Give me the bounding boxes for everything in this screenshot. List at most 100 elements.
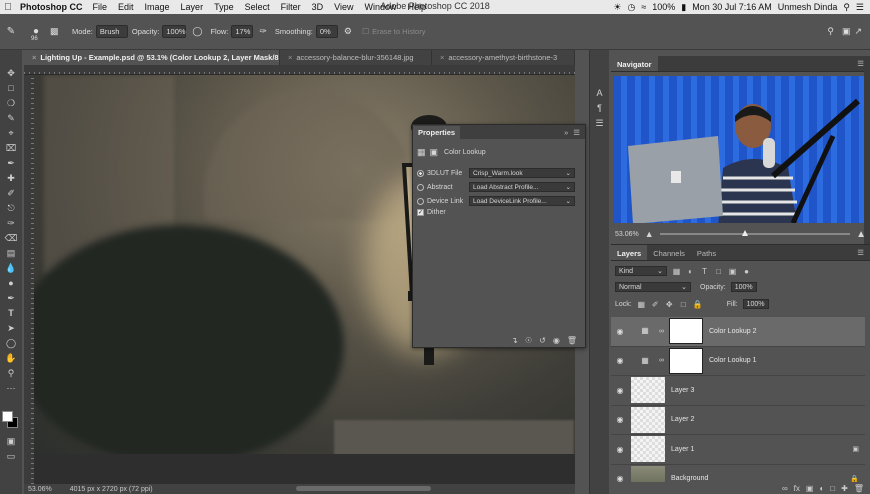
status-doc-info[interactable]: 4015 px x 2720 px (72 ppi)	[70, 486, 153, 493]
menu-3d[interactable]: 3D	[312, 2, 324, 12]
frame-tool-icon[interactable]: ⌧	[4, 142, 18, 154]
menu-type[interactable]: Type	[214, 2, 234, 12]
close-tab-icon[interactable]: ×	[288, 53, 292, 62]
navigator-zoom-value[interactable]: 53.06%	[615, 231, 639, 238]
mask-link-icon[interactable]: ∞	[659, 357, 667, 364]
lock-pixels-icon[interactable]: ✐	[651, 300, 660, 309]
filter-kind-select[interactable]: Kind ⌄	[615, 266, 667, 276]
layer-name[interactable]: Color Lookup 1	[709, 357, 756, 364]
erase-history-checkbox[interactable]: ☐	[362, 27, 369, 36]
wifi-icon[interactable]: ≈	[641, 2, 646, 12]
add-mask-icon[interactable]: ▣	[806, 484, 814, 493]
quick-mask-icon[interactable]: ▣	[4, 435, 18, 447]
pen-tool-icon[interactable]: ✒	[4, 292, 18, 304]
zoom-tool-icon[interactable]: ⚲	[4, 367, 18, 379]
layer-style-icon[interactable]: fx	[794, 484, 800, 493]
lock-transparent-icon[interactable]: ▦	[637, 300, 646, 309]
filter-toggle-icon[interactable]: ●	[742, 267, 751, 276]
zoom-out-icon[interactable]: ▲	[645, 229, 654, 239]
menu-file[interactable]: File	[93, 2, 108, 12]
eyedropper-tool-icon[interactable]: ✒	[4, 157, 18, 169]
view-previous-icon[interactable]: ☉	[525, 336, 532, 345]
healing-brush-tool-icon[interactable]: ✚	[4, 172, 18, 184]
visibility-eye-icon[interactable]: ◉	[611, 415, 629, 424]
datetime[interactable]: Mon 30 Jul 7:16 AM	[692, 2, 772, 12]
link-layers-icon[interactable]: ∞	[782, 484, 788, 493]
delete-icon[interactable]: 🗑	[567, 336, 577, 345]
clip-to-layer-icon[interactable]: ↴	[511, 336, 518, 345]
tab-channels[interactable]: Channels	[647, 245, 691, 260]
navigator-scrollbar[interactable]	[864, 58, 870, 244]
collapse-panel-icon[interactable]: »	[564, 128, 568, 137]
eraser-tool-icon[interactable]: ✎	[0, 26, 22, 37]
filter-type-icon[interactable]: T	[700, 267, 709, 276]
layer-opacity-field[interactable]: 100%	[730, 282, 757, 292]
blur-tool-icon[interactable]: 💧	[4, 262, 18, 274]
filter-smart-object-icon[interactable]: ▣	[728, 267, 737, 276]
close-tab-icon[interactable]: ×	[32, 53, 36, 62]
visibility-eye-icon[interactable]: ◉	[611, 327, 629, 336]
marquee-tool-icon[interactable]: □	[4, 82, 18, 94]
delete-layer-icon[interactable]: 🗑	[854, 484, 864, 493]
hand-tool-icon[interactable]: ✋	[4, 352, 18, 364]
filter-pixel-icon[interactable]: ▦	[672, 267, 681, 276]
workspace-icon[interactable]: ▣	[842, 26, 851, 37]
eraser-tool-icon[interactable]: ⌫	[4, 232, 18, 244]
status-zoom[interactable]: 53.06%	[28, 486, 52, 493]
opacity-field[interactable]: 100%	[162, 25, 187, 38]
mode-select[interactable]: Brush	[95, 25, 128, 38]
type-tool-icon[interactable]: T	[4, 307, 18, 319]
quick-select-tool-icon[interactable]: ✎	[4, 112, 18, 124]
blend-mode-select[interactable]: Normal ⌄	[615, 282, 691, 292]
menu-edit[interactable]: Edit	[118, 2, 134, 12]
notification-center-icon[interactable]: ☰	[856, 2, 864, 13]
tab-navigator[interactable]: Navigator	[611, 56, 658, 71]
menu-filter[interactable]: Filter	[281, 2, 301, 12]
layer-row-color-lookup-2[interactable]: ◉ ▦ ∞ Color Lookup 2	[611, 317, 865, 347]
layer-row-color-lookup-1[interactable]: ◉ ▦ ∞ Color Lookup 1	[611, 347, 865, 376]
abstract-radio[interactable]	[417, 183, 424, 191]
tab-lighting-up[interactable]: × Lighting Up - Example.psd @ 53.1% (Colo…	[24, 50, 280, 65]
character-panel-icon[interactable]: A	[596, 88, 602, 98]
layer-row-layer-1[interactable]: ◉ Layer 1 ▣	[611, 435, 865, 465]
lock-all-icon[interactable]: 🔒	[693, 300, 703, 309]
search-icon[interactable]: ⚲	[827, 26, 834, 37]
devicelink-select[interactable]: Load DeviceLink Profile... ⌄	[469, 196, 575, 206]
layer-name[interactable]: Layer 2	[671, 416, 694, 423]
history-brush-tool-icon[interactable]: ✑	[4, 217, 18, 229]
abstract-select[interactable]: Load Abstract Profile... ⌄	[469, 182, 575, 192]
visibility-eye-icon[interactable]: ◉	[611, 445, 629, 454]
crop-tool-icon[interactable]: ⌖	[4, 127, 18, 139]
layer-mask-thumbnail[interactable]	[669, 318, 703, 345]
tab-layers[interactable]: Layers	[611, 245, 648, 260]
foreground-color-swatch[interactable]	[2, 411, 13, 422]
battery-icon[interactable]: ▮	[681, 2, 686, 13]
close-tab-icon[interactable]: ×	[440, 53, 444, 62]
layer-fill-field[interactable]: 100%	[742, 299, 769, 309]
new-adjustment-icon[interactable]: ◐	[819, 484, 824, 493]
paragraph-panel-icon[interactable]: ¶	[597, 103, 602, 113]
menu-select[interactable]: Select	[245, 2, 270, 12]
layer-name[interactable]: Layer 1	[671, 446, 694, 453]
smoothing-gear-icon[interactable]: ⚙	[344, 26, 352, 37]
lock-artboard-icon[interactable]: □	[679, 300, 688, 309]
gradient-tool-icon[interactable]: ▤	[4, 247, 18, 259]
navigator-thumbnail[interactable]	[613, 76, 864, 223]
navigator-zoom-slider[interactable]	[659, 230, 851, 236]
horizontal-scrollbar[interactable]	[296, 486, 431, 491]
clone-stamp-tool-icon[interactable]: ⎋	[4, 202, 18, 214]
flow-field[interactable]: 17%	[231, 25, 254, 38]
visibility-eye-icon[interactable]: ◉	[611, 356, 629, 365]
creative-cloud-icon[interactable]: ☀	[613, 2, 621, 13]
mask-icon[interactable]: ▣	[430, 147, 439, 158]
filter-adjustment-icon[interactable]: ◐	[686, 267, 695, 276]
lasso-tool-icon[interactable]: ❍	[4, 97, 18, 109]
properties-panel-icon[interactable]: ☰	[595, 118, 603, 129]
lock-position-icon[interactable]: ✥	[665, 300, 674, 309]
panel-menu-icon[interactable]: ☰	[573, 128, 580, 137]
visibility-eye-icon[interactable]: ◉	[611, 386, 629, 395]
tab-accessory-balance[interactable]: × accessory-balance-blur-356148.jpg	[280, 50, 432, 65]
layer-row-layer-3[interactable]: ◉ Layer 3	[611, 376, 865, 406]
move-tool-icon[interactable]: ✥	[4, 67, 18, 79]
dither-checkbox[interactable]: ✓	[417, 209, 424, 216]
